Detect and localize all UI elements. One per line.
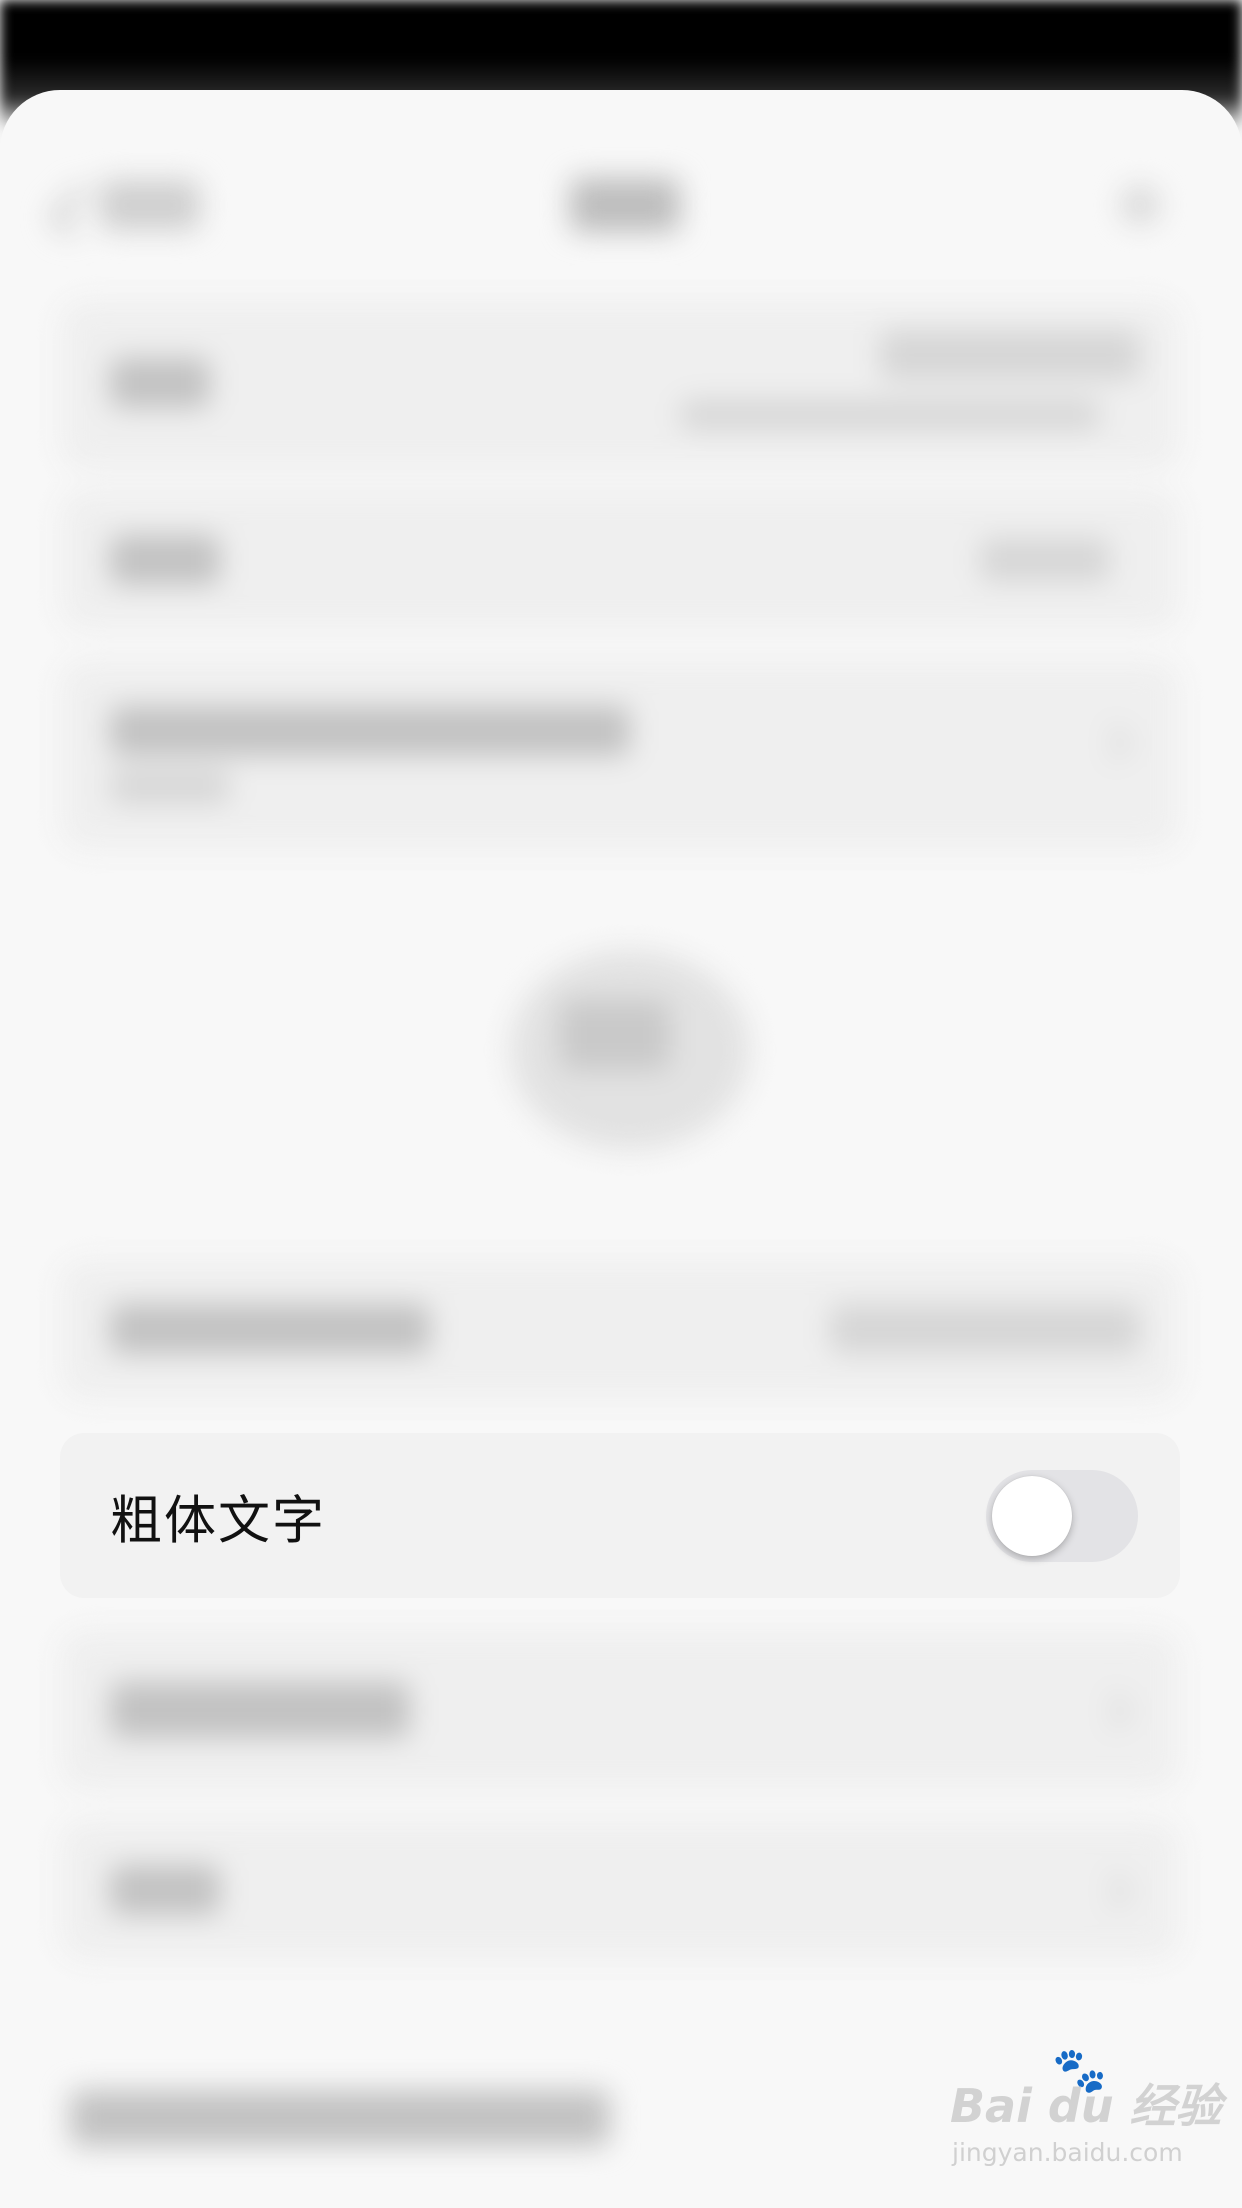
baidu-jingyan-watermark: 🐾 Bai du 经验 jingyan.baidu.com [950, 2045, 1222, 2190]
bold-text-label: 粗体文字 [110, 1491, 327, 1551]
back-label-placeholder [100, 180, 200, 230]
blurred-row [60, 490, 1180, 630]
watermark-url: jingyan.baidu.com [952, 2138, 1183, 2167]
blurred-footer-text [70, 2090, 610, 2146]
watermark-logo: Bai du 经验 [950, 2079, 1222, 2133]
blurred-row [60, 300, 1180, 470]
nav-action-icon [1120, 185, 1160, 225]
back-chevron-icon [48, 184, 102, 238]
bold-text-setting-row: 粗体文字 [60, 1433, 1180, 1598]
blurred-row [60, 1820, 1180, 1960]
nav-title-placeholder [570, 178, 680, 232]
bold-text-toggle[interactable] [986, 1469, 1138, 1562]
blurred-background-content [0, 0, 1242, 2208]
blurred-row [60, 660, 1180, 850]
blurred-row [60, 1260, 1180, 1400]
blurred-row [60, 1630, 1180, 1790]
toggle-knob[interactable] [992, 1475, 1072, 1556]
